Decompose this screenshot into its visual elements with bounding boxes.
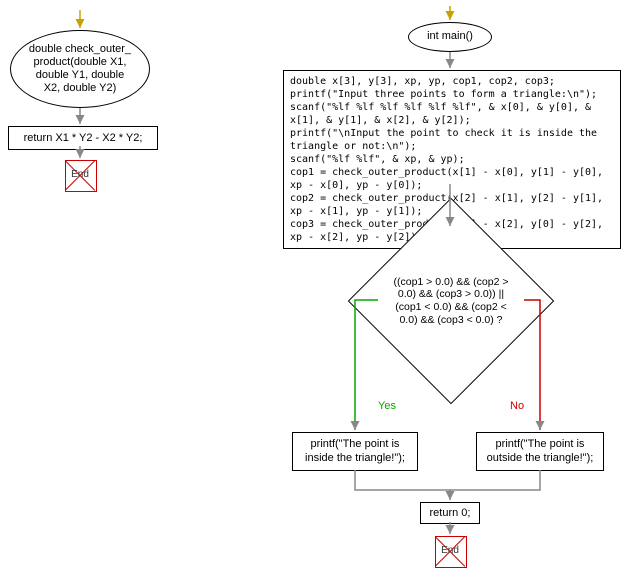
decision-text: ((cop1 > 0.0) && (cop2 > 0.0) && (cop3 >…: [394, 276, 509, 326]
right-end-node: End: [435, 536, 465, 566]
return0-text: return 0;: [430, 507, 471, 519]
main-ellipse: int main(): [408, 22, 492, 52]
inside-text: printf("The point is inside the triangle…: [305, 438, 405, 464]
yes-label: Yes: [378, 400, 396, 412]
func-signature-text: double check_outer_ product(double X1, d…: [29, 43, 131, 96]
func-return-rect: return X1 * Y2 - X2 * Y2;: [8, 126, 158, 150]
main-signature-text: int main(): [427, 30, 473, 43]
left-end-text: End: [65, 169, 95, 180]
decision-diamond: ((cop1 > 0.0) && (cop2 > 0.0) && (cop3 >…: [378, 228, 524, 374]
func-ellipse: double check_outer_ product(double X1, d…: [10, 30, 150, 108]
right-end-text: End: [435, 545, 465, 556]
func-return-text: return X1 * Y2 - X2 * Y2;: [24, 132, 143, 144]
inside-rect: printf("The point is inside the triangle…: [292, 432, 418, 471]
no-label: No: [510, 400, 524, 412]
outside-text: printf("The point is outside the triangl…: [487, 438, 594, 464]
return0-rect: return 0;: [420, 502, 480, 524]
left-end-node: End: [65, 160, 95, 190]
outside-rect: printf("The point is outside the triangl…: [476, 432, 604, 471]
